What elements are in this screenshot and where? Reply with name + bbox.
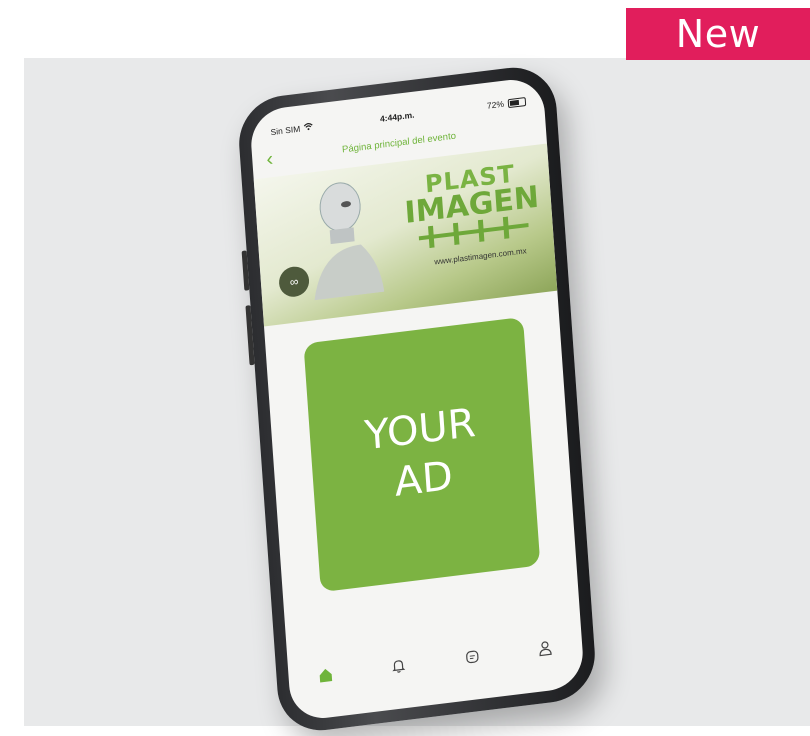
tab-notifications[interactable] — [386, 652, 412, 679]
tab-home[interactable] — [313, 661, 339, 688]
battery-icon — [508, 97, 527, 108]
ad-placeholder[interactable]: YOUR AD — [303, 317, 540, 592]
ad-line-2: AD — [393, 451, 455, 508]
home-icon — [317, 666, 334, 684]
battery-percent: 72% — [487, 99, 505, 111]
message-icon — [464, 648, 481, 666]
plastimagen-logo: PLAST IMAGEN — [394, 158, 549, 257]
tab-profile[interactable] — [533, 635, 559, 662]
tab-bar — [288, 629, 583, 695]
user-icon — [537, 639, 554, 657]
phone-screen: Sin SIM 4:44p.m. 72% ‹ Página principal … — [249, 76, 585, 722]
tab-messages[interactable] — [459, 644, 485, 671]
phone-mockup: Sin SIM 4:44p.m. 72% ‹ Página principal … — [236, 63, 598, 736]
new-badge: New — [626, 8, 810, 60]
event-banner[interactable]: PLAST IMAGEN www.plastimagen.com.mx ∞ — [254, 144, 558, 327]
bell-icon — [390, 657, 407, 675]
ad-line-1: YOUR — [363, 398, 477, 461]
robot-image — [296, 172, 384, 301]
